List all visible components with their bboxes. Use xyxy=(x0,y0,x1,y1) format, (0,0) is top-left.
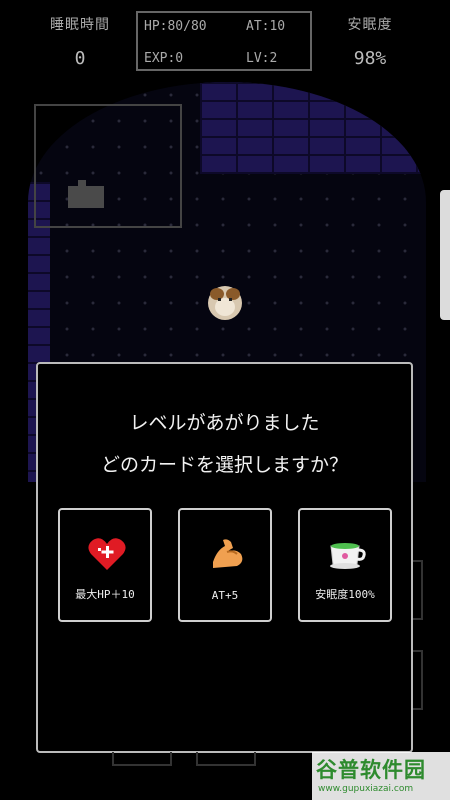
teacup-icon xyxy=(330,543,366,569)
sleep-time-label: 睡眠時間 xyxy=(50,17,110,33)
sleep-quality-stat: 安眠度 98% xyxy=(330,14,410,69)
card-sleep-quality[interactable]: 安眠度100% xyxy=(298,508,392,622)
card-max-hp[interactable]: 最大HP＋10 xyxy=(58,508,152,622)
watermark-url: www.gupuxiazai.com xyxy=(318,784,414,794)
card-select-prompt: どのカードを選択しますか？ xyxy=(100,454,348,476)
sleep-quality-label: 安眠度 xyxy=(347,17,393,33)
minimap xyxy=(34,104,182,228)
watermark-name: 谷普软件园 xyxy=(316,758,426,782)
side-hex-tab xyxy=(413,650,423,710)
card-sleep-quality-label: 安眠度100% xyxy=(315,588,375,601)
brick-wall-top xyxy=(200,82,426,174)
side-hex-tab xyxy=(413,560,423,620)
level-up-dialog: レベルがあがりました どのカードを選択しますか？ 最大HP＋10 AT+5 安眠… xyxy=(36,362,413,753)
bottom-hex-tab xyxy=(112,752,172,766)
card-attack-label: AT+5 xyxy=(211,589,239,602)
sleep-time-stat: 睡眠時間 0 xyxy=(40,14,120,69)
level-value: LV:2 xyxy=(246,51,278,66)
side-scroll-tab[interactable] xyxy=(440,190,450,320)
player-stats-box: HP:80/80 AT:10 EXP:0 LV:2 xyxy=(136,11,312,71)
bottom-hex-tab xyxy=(196,752,256,766)
exp-value: EXP:0 xyxy=(144,51,184,66)
flexed-arm-icon xyxy=(213,539,243,568)
heart-plus-icon xyxy=(88,538,126,570)
sleep-quality-value: 98% xyxy=(353,48,387,69)
status-hud: 睡眠時間 0 HP:80/80 AT:10 EXP:0 LV:2 安眠度 98% xyxy=(0,0,450,80)
card-max-hp-label: 最大HP＋10 xyxy=(75,588,135,601)
sleep-time-value: 0 xyxy=(74,48,86,69)
card-attack[interactable]: AT+5 xyxy=(178,508,272,622)
hp-value: HP:80/80 xyxy=(144,19,207,34)
attack-value: AT:10 xyxy=(246,19,286,34)
level-up-message: レベルがあがりました xyxy=(129,412,320,434)
hamster-player-sprite xyxy=(208,286,242,320)
minimap-room xyxy=(68,186,104,208)
watermark: 谷普软件园 www.gupuxiazai.com xyxy=(312,752,450,800)
